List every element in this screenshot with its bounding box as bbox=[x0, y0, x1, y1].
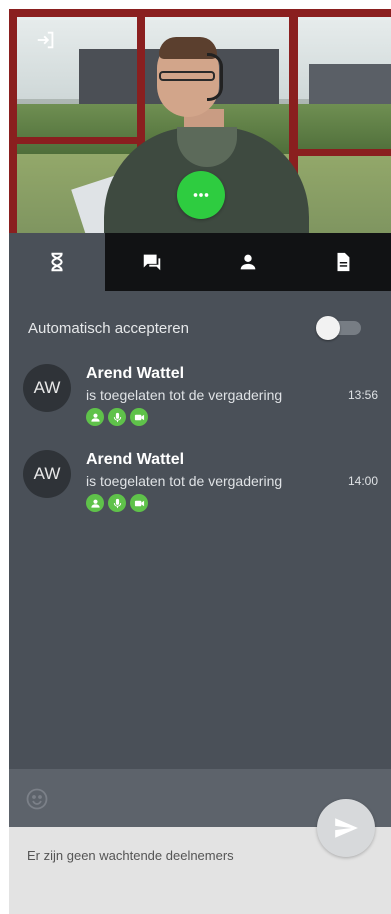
entry-time: 13:56 bbox=[347, 388, 378, 402]
waiting-room-panel: Automatisch accepteren AW Arend Wattel i… bbox=[9, 291, 391, 769]
smiley-icon[interactable] bbox=[25, 787, 49, 811]
entry-message: is toegelaten tot de vergadering bbox=[86, 473, 283, 489]
auto-accept-toggle[interactable] bbox=[316, 316, 361, 340]
send-button[interactable] bbox=[317, 799, 375, 857]
entry-time: 14:00 bbox=[347, 474, 378, 488]
tab-documents[interactable] bbox=[296, 233, 391, 291]
avatar: AW bbox=[23, 364, 71, 412]
avatar: AW bbox=[23, 450, 71, 498]
window-frame bbox=[9, 9, 391, 17]
microphone-icon bbox=[108, 408, 126, 426]
list-item: AW Arend Wattel is toegelaten tot de ver… bbox=[23, 450, 378, 514]
tab-waiting[interactable] bbox=[9, 233, 105, 291]
tab-bar bbox=[9, 233, 391, 291]
window-frame bbox=[9, 9, 17, 233]
window-frame bbox=[9, 137, 139, 144]
entry-message: is toegelaten tot de vergadering bbox=[86, 387, 283, 403]
meeting-app: Automatisch accepteren AW Arend Wattel i… bbox=[9, 9, 391, 914]
tab-participants[interactable] bbox=[200, 233, 296, 291]
camera-icon bbox=[130, 494, 148, 512]
permission-icons bbox=[86, 494, 148, 512]
person-icon bbox=[86, 494, 104, 512]
list-item: AW Arend Wattel is toegelaten tot de ver… bbox=[23, 364, 378, 428]
microphone-icon bbox=[108, 494, 126, 512]
auto-accept-label: Automatisch accepteren bbox=[28, 320, 189, 337]
camera-icon bbox=[130, 408, 148, 426]
person-icon bbox=[240, 254, 256, 270]
more-horizontal-icon bbox=[193, 193, 209, 197]
toggle-knob[interactable] bbox=[316, 316, 340, 340]
document-icon bbox=[337, 252, 350, 272]
participant-name: Arend Wattel bbox=[86, 451, 185, 468]
send-icon bbox=[335, 818, 358, 838]
auto-accept-row: Automatisch accepteren bbox=[28, 316, 371, 341]
participant-video bbox=[207, 53, 223, 101]
tab-chat[interactable] bbox=[105, 233, 201, 291]
participant-name: Arend Wattel bbox=[86, 365, 185, 382]
no-waiting-participants-text: Er zijn geen wachtende deelnemers bbox=[27, 848, 234, 863]
chat-icon bbox=[144, 254, 161, 271]
window-frame bbox=[289, 149, 391, 156]
person-icon bbox=[86, 408, 104, 426]
more-options-button[interactable] bbox=[177, 171, 225, 219]
permission-icons bbox=[86, 408, 148, 426]
exit-icon[interactable] bbox=[35, 29, 57, 51]
hourglass-icon bbox=[51, 252, 63, 272]
video-feed bbox=[9, 9, 391, 233]
